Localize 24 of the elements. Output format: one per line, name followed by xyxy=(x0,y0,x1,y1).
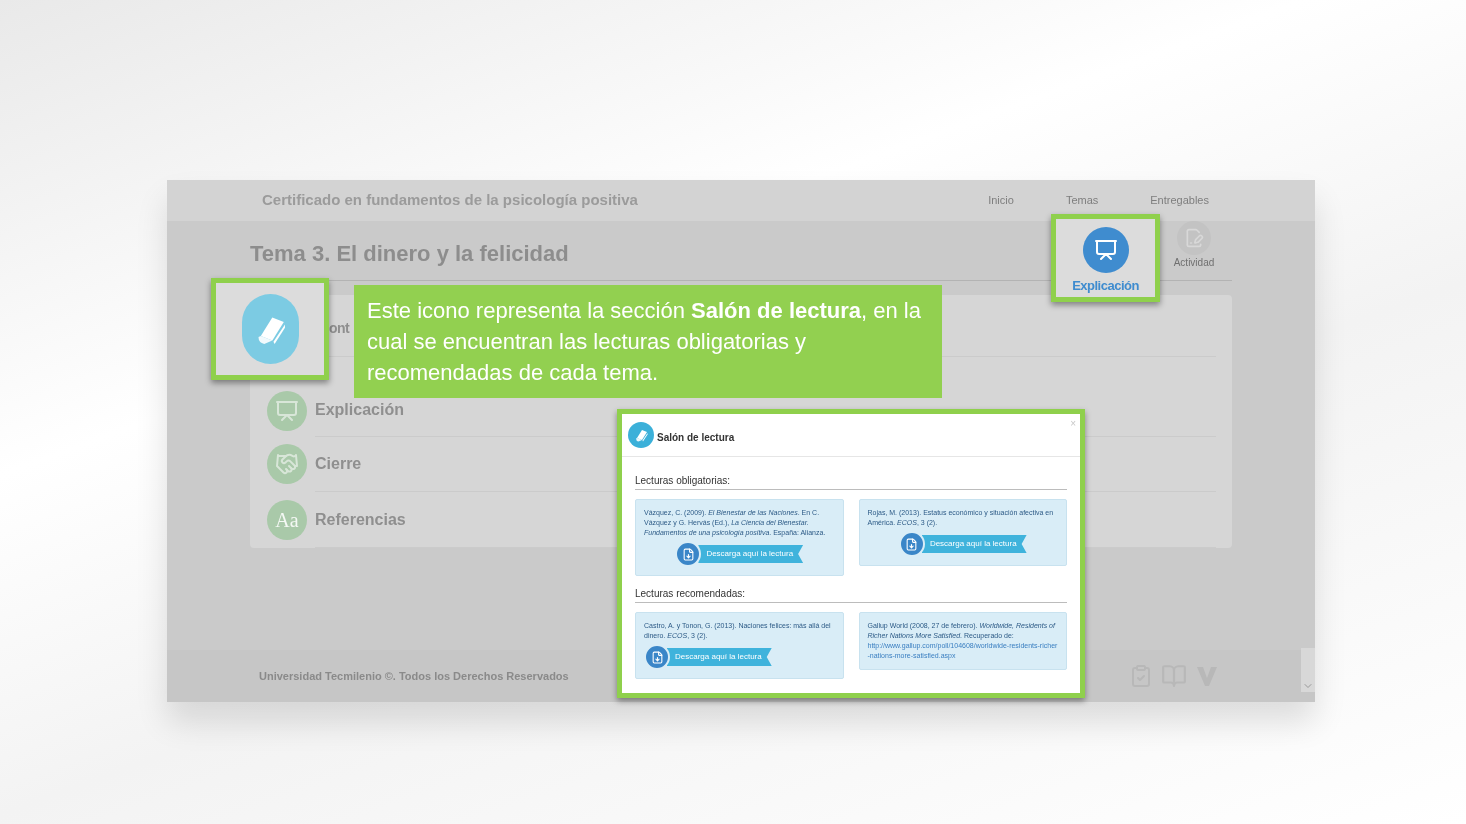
nav-link[interactable]: Temas xyxy=(1065,192,1099,209)
group-heading: Lecturas recomendadas: xyxy=(635,586,1067,603)
section-item[interactable]: Referencias xyxy=(315,507,406,532)
section-item[interactable]: Explicación xyxy=(315,398,404,423)
callout-text: Este icono representa la sección Salón de lectura, en la cual se encuentran las lecturas obligatorias y recomendadas de cada tema. xyxy=(367,297,922,387)
section-item[interactable]: ont xyxy=(329,317,350,339)
modal-title: Salón de lectura xyxy=(657,430,735,445)
group-heading: Lecturas obligatorias: xyxy=(635,473,1067,490)
handshake-icon xyxy=(267,444,307,485)
topic-title: Tema 3. El dinero y la felicidad xyxy=(250,240,570,268)
presenter-icon xyxy=(1082,227,1129,273)
nav-link[interactable]: Entregables xyxy=(1150,192,1209,209)
copyright-text: Universidad Tecmilenio ©. Todos los Derechos Reservados xyxy=(259,668,570,684)
presenter-icon xyxy=(267,390,307,431)
letters-icon: Aa xyxy=(267,500,307,541)
nav-link[interactable]: Inicio xyxy=(988,192,1014,209)
document-icon xyxy=(644,644,670,670)
document-icon xyxy=(898,531,925,557)
section-tab[interactable]: Actividad xyxy=(1173,255,1215,270)
close-button[interactable]: × xyxy=(1070,416,1076,431)
section-tab[interactable]: Explicación xyxy=(1072,276,1139,296)
section-item[interactable]: Cierre xyxy=(315,451,362,476)
course-title: Certificado en fundamentos de la psicología positiva xyxy=(262,190,639,211)
document-icon xyxy=(675,541,702,567)
